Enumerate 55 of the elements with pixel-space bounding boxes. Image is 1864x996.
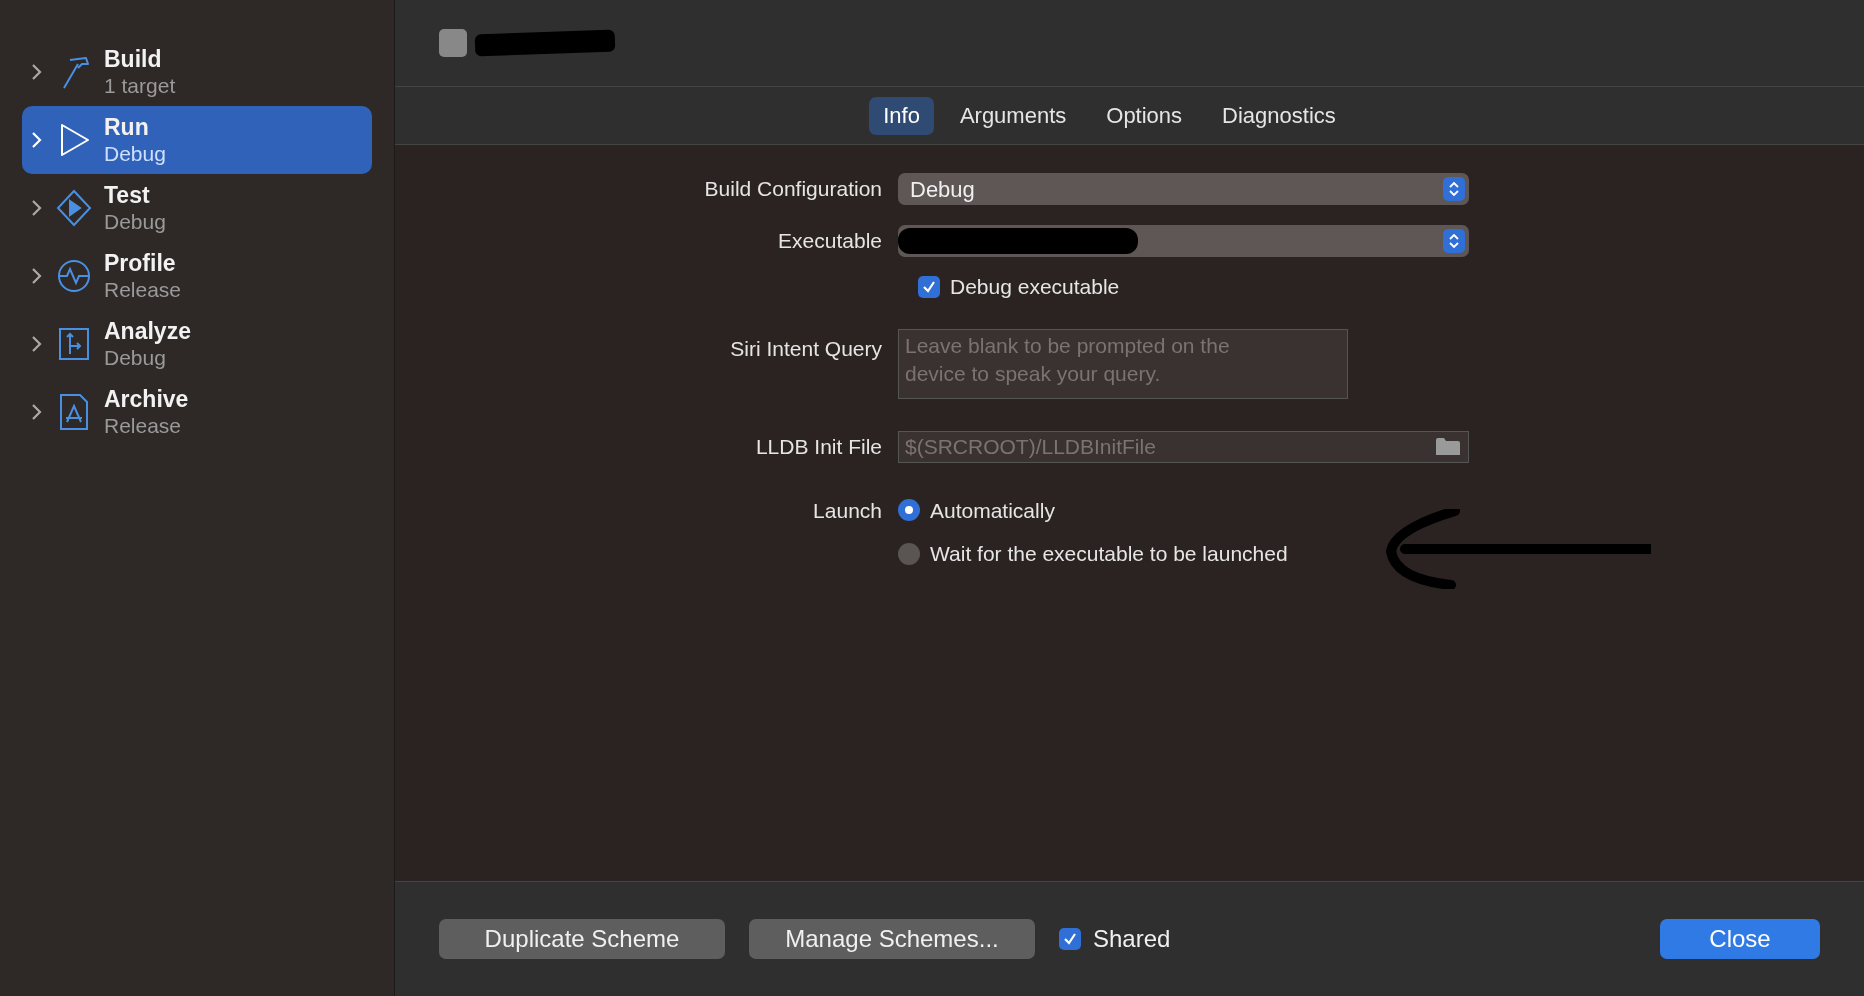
- duplicate-scheme-button[interactable]: Duplicate Scheme: [439, 919, 725, 959]
- radio-button[interactable]: [898, 542, 920, 565]
- lldb-init-file-field[interactable]: $(SRCROOT)/LLDBInitFile: [898, 430, 1469, 463]
- tab[interactable]: Arguments: [945, 96, 1081, 135]
- field-label: Launch: [812, 497, 883, 524]
- scheme-action-item[interactable]: Archive Release: [22, 378, 372, 446]
- scheme-action-subtitle: Debug: [104, 141, 166, 168]
- scheme-action-item[interactable]: Build 1 target: [22, 38, 372, 106]
- chevron-icon: [30, 402, 44, 422]
- executable-dropdown[interactable]: [898, 225, 1469, 257]
- scheme-action-subtitle: Release: [104, 277, 182, 304]
- scheme-action-title: Analyze: [104, 316, 191, 346]
- chevron-icon: [30, 198, 44, 218]
- siri-intent-query-field[interactable]: Leave blank to be prompted on the device to speak your query.: [898, 328, 1348, 399]
- scheme-action-subtitle: Release: [104, 413, 183, 440]
- chevron-icon: [30, 266, 44, 286]
- chevron-icon: [30, 334, 44, 354]
- stepper-icon: [1443, 229, 1465, 253]
- tab[interactable]: Options: [1092, 96, 1197, 135]
- scheme-action-title: Profile: [104, 248, 177, 278]
- radio-label: Automatically: [930, 497, 1055, 524]
- field-label: LLDB Init File: [754, 433, 883, 460]
- radio-button[interactable]: [898, 499, 920, 522]
- scheme-action-item[interactable]: Profile Release: [22, 242, 372, 310]
- chevron-icon: [30, 130, 44, 150]
- scheme-action-subtitle: Debug: [104, 345, 167, 372]
- debug-executable-checkbox[interactable]: [918, 275, 940, 298]
- scheme-action-item[interactable]: Run Debug: [22, 106, 372, 174]
- checkbox-label: Shared: [1093, 924, 1171, 954]
- scheme-action-title: Archive: [104, 384, 189, 414]
- field-label: Executable: [777, 228, 883, 255]
- scheme-action-item[interactable]: Test Debug: [22, 174, 372, 242]
- diamond-play-icon: [56, 188, 92, 228]
- checkmark-icon: [1062, 931, 1078, 947]
- stepper-icon: [1443, 177, 1465, 201]
- field-label: Build Configuration: [703, 176, 883, 203]
- build-configuration-dropdown[interactable]: Debug: [898, 173, 1469, 205]
- scheme-action-subtitle: 1 target: [104, 73, 176, 100]
- radio-label: Wait for the executable to be launched: [930, 541, 1288, 567]
- checkbox-label: Debug executable: [950, 274, 1120, 300]
- dropdown-value: Debug: [910, 175, 975, 204]
- scheme-action-title: Test: [104, 180, 151, 210]
- tab[interactable]: Diagnostics: [1208, 96, 1350, 135]
- app-icon: [439, 29, 467, 57]
- folder-icon[interactable]: [1435, 436, 1461, 457]
- manage-schemes-button[interactable]: Manage Schemes...: [749, 919, 1035, 959]
- chevron-icon: [30, 62, 44, 82]
- tab[interactable]: Info: [869, 96, 934, 135]
- scheme-action-title: Build: [104, 44, 163, 74]
- scheme-action-item[interactable]: Analyze Debug: [22, 310, 372, 378]
- scheme-action-subtitle: Debug: [104, 209, 166, 236]
- close-button[interactable]: Close: [1660, 919, 1820, 959]
- scheme-action-title: Run: [104, 112, 150, 142]
- field-label: Siri Intent Query: [729, 335, 883, 362]
- shared-checkbox[interactable]: [1059, 928, 1081, 950]
